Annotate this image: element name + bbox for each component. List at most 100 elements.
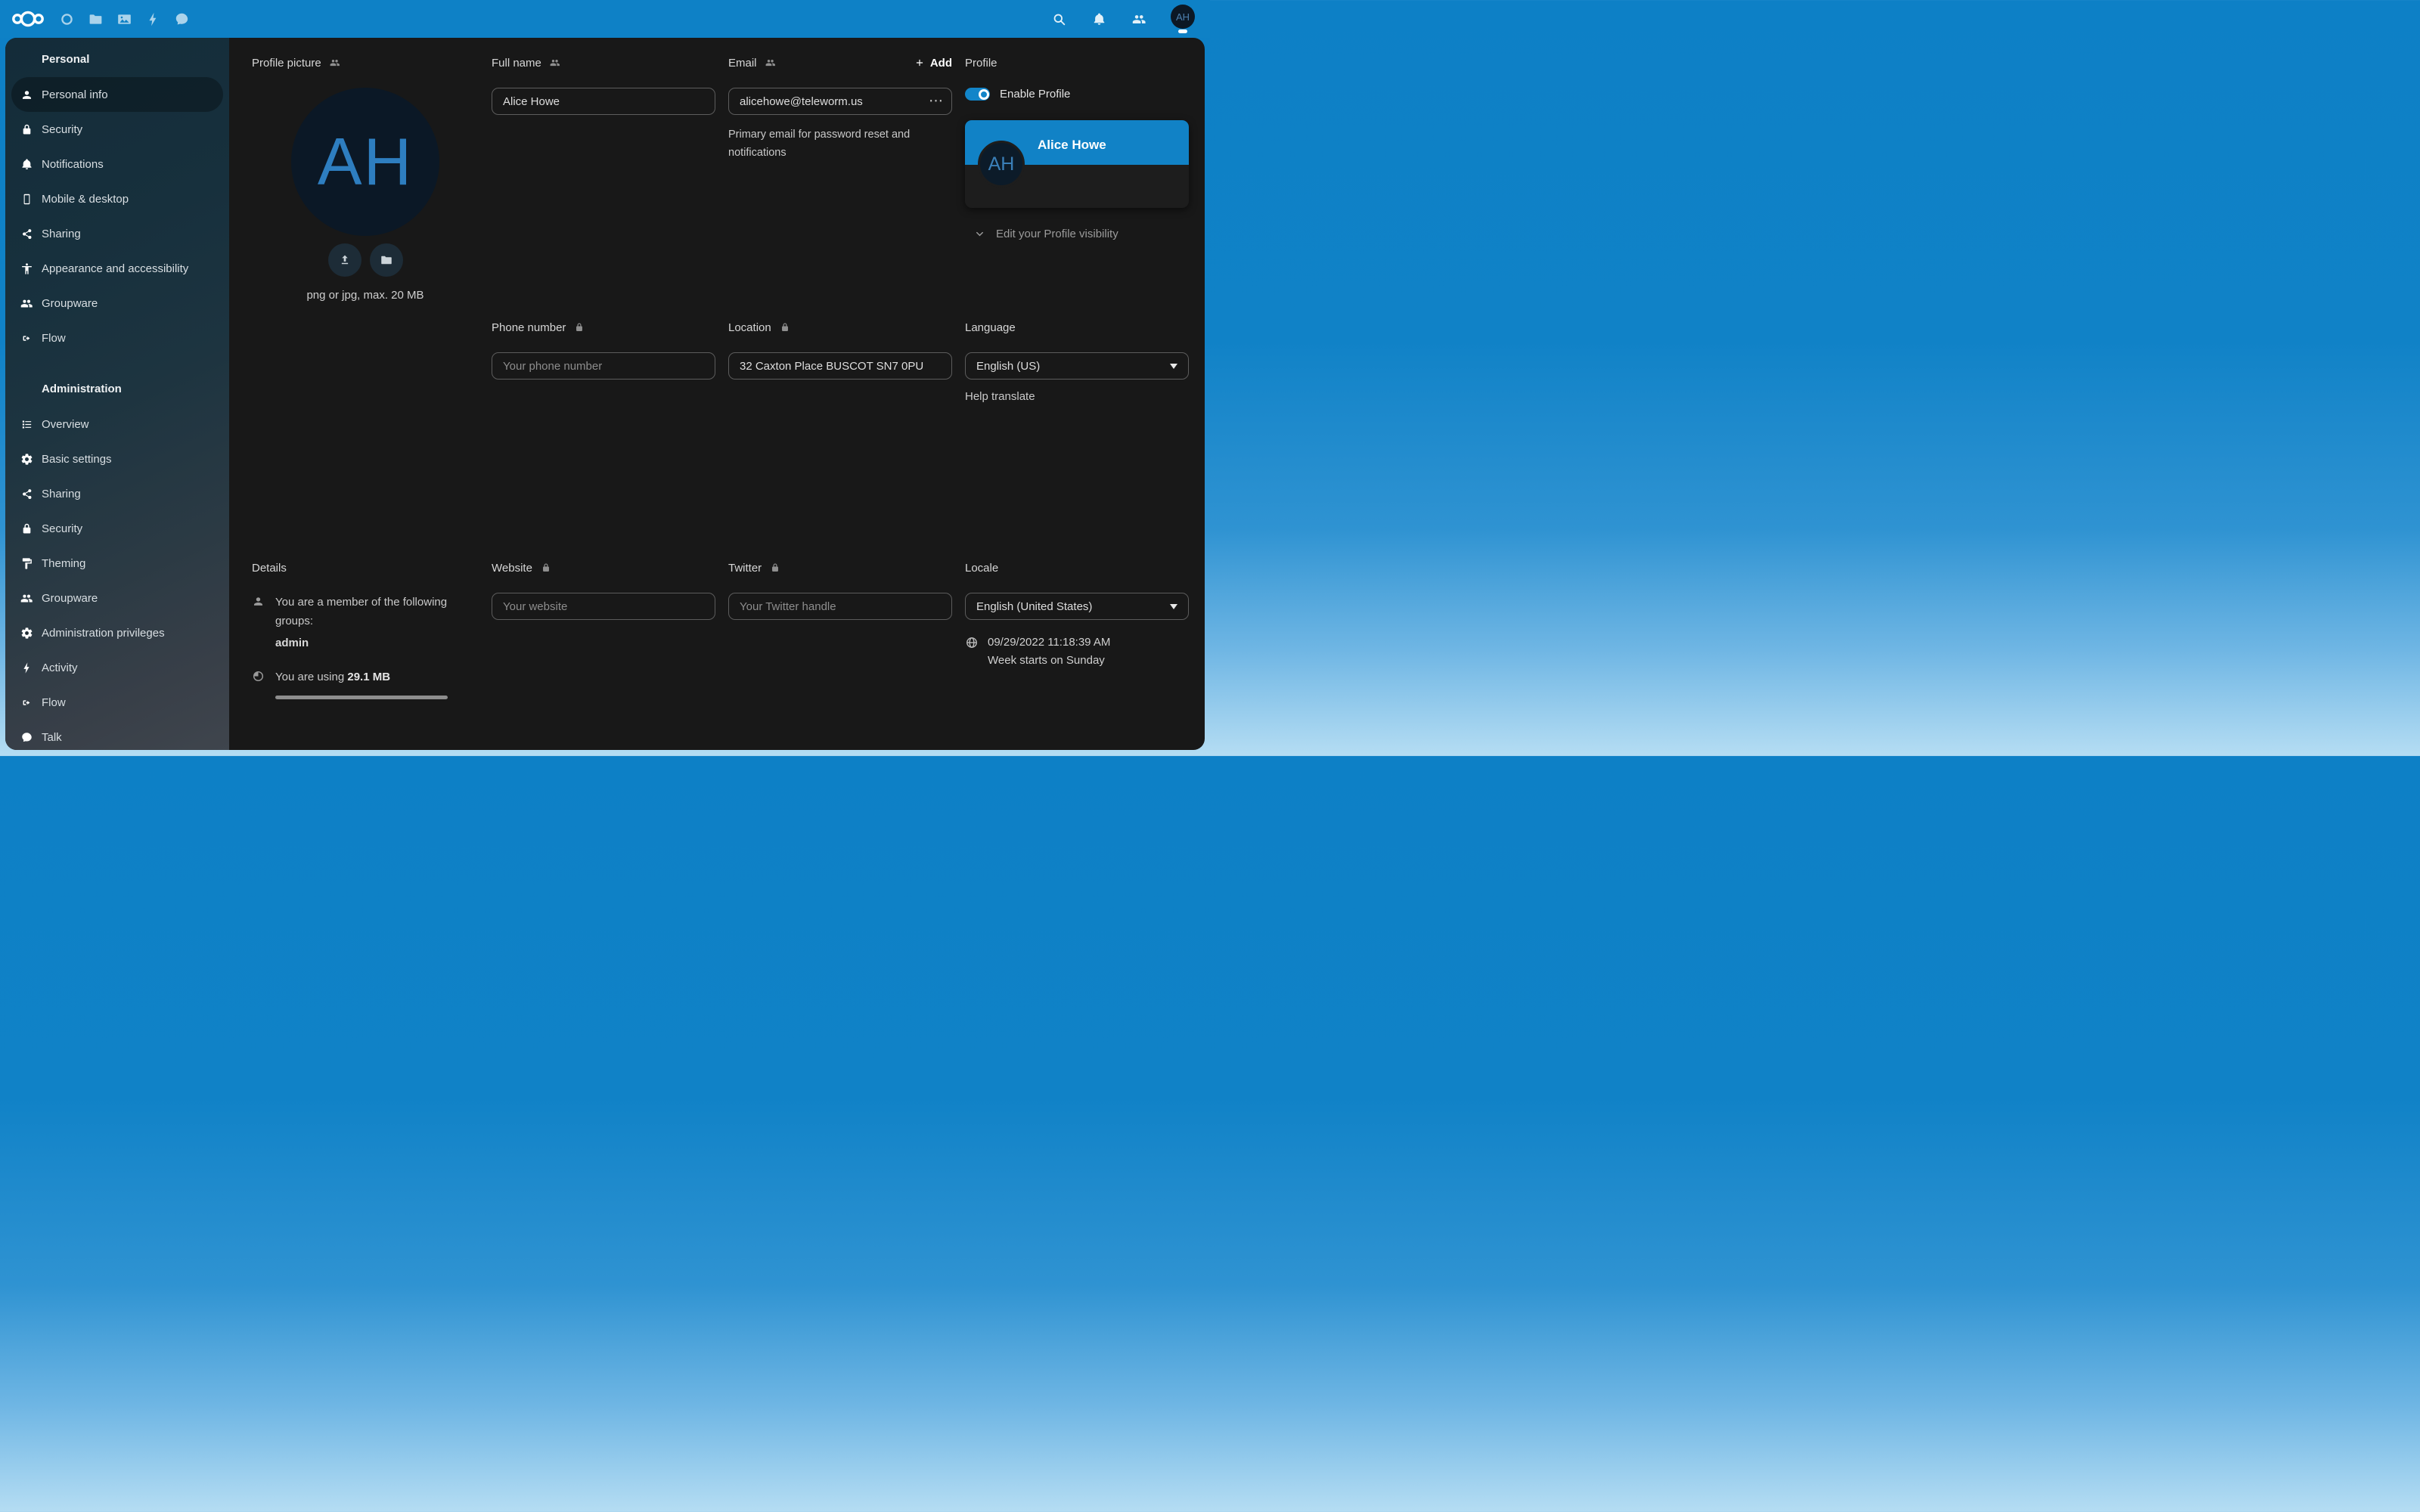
scope-lock-icon[interactable] <box>770 562 780 573</box>
sidebar-item-label: Personal info <box>42 88 108 101</box>
locale-heading: Locale <box>965 562 998 575</box>
sidebar-item-security[interactable]: Security <box>11 112 223 147</box>
full-name-label: Full name <box>492 57 541 70</box>
notifications-bell-icon[interactable] <box>1091 11 1107 27</box>
topbar: AH <box>0 0 1210 38</box>
sidebar-item-label: Activity <box>42 662 78 674</box>
mobile-icon <box>20 193 33 206</box>
sidebar-item-label: Notifications <box>42 158 104 171</box>
personal-info-content: Profile picture AH png or jpg, max. 20 M… <box>229 38 1205 750</box>
profile-preview-card[interactable]: AH Alice Howe <box>965 120 1189 208</box>
quota-progress-bar <box>275 696 448 699</box>
scope-contacts-icon[interactable] <box>765 57 776 68</box>
talk-app-icon[interactable] <box>172 9 191 29</box>
globe-icon <box>965 636 979 649</box>
language-select[interactable]: English (US) <box>965 352 1189 380</box>
sidebar-item-activity[interactable]: Activity <box>11 650 223 685</box>
locale-select[interactable]: English (United States) <box>965 593 1189 620</box>
details-heading: Details <box>252 562 287 575</box>
scope-lock-icon[interactable] <box>574 322 585 333</box>
sidebar-item-basic-settings[interactable]: Basic settings <box>11 442 223 476</box>
sidebar-item-label: Basic settings <box>42 453 112 466</box>
active-app-indicator <box>1178 29 1187 33</box>
sidebar-item-label: Talk <box>42 731 62 744</box>
scope-contacts-icon[interactable] <box>330 57 340 68</box>
profile-heading: Profile <box>965 57 997 70</box>
scope-lock-icon[interactable] <box>541 562 551 573</box>
sidebar-item-label: Groupware <box>42 297 98 310</box>
website-section: Website <box>492 558 715 750</box>
lock-icon <box>20 522 33 535</box>
choose-from-files-button[interactable] <box>370 243 403 277</box>
search-icon[interactable] <box>1050 11 1067 27</box>
activity-app-icon[interactable] <box>143 9 163 29</box>
sidebar-item-label: Appearance and accessibility <box>42 262 188 275</box>
twitter-input[interactable] <box>728 593 952 620</box>
files-app-icon[interactable] <box>85 9 105 29</box>
sidebar-item-theming[interactable]: Theming <box>11 546 223 581</box>
plus-icon <box>914 57 925 68</box>
sidebar-item-label: Mobile & desktop <box>42 193 129 206</box>
sidebar-item-groupware[interactable]: Groupware <box>11 581 223 615</box>
sidebar-item-flow[interactable]: Flow <box>11 321 223 355</box>
sidebar-item-label: Sharing <box>42 228 81 240</box>
twitter-label: Twitter <box>728 562 762 575</box>
nav-list: Personal info Security Notifications Mobile… <box>5 77 229 355</box>
sidebar-item-notifications[interactable]: Notifications <box>11 147 223 181</box>
lock-icon <box>20 123 33 136</box>
topbar-app-icons <box>57 9 191 29</box>
sidebar-item-sharing[interactable]: Sharing <box>11 216 223 251</box>
photos-app-icon[interactable] <box>114 9 134 29</box>
website-input[interactable] <box>492 593 715 620</box>
groups-membership-text: You are a member of the following groups… <box>275 593 457 631</box>
flow-icon <box>20 696 33 709</box>
website-label: Website <box>492 562 532 575</box>
sidebar-item-label: Security <box>42 522 82 535</box>
sidebar-item-security[interactable]: Security <box>11 511 223 546</box>
overview-icon <box>20 418 33 431</box>
sidebar-item-overview[interactable]: Overview <box>11 407 223 442</box>
add-email-button[interactable]: Add <box>914 57 952 70</box>
locale-section: Locale English (United States) 09/29/202… <box>965 558 1189 750</box>
edit-profile-visibility[interactable]: Edit your Profile visibility <box>965 228 1189 240</box>
phone-input[interactable] <box>492 352 715 380</box>
enable-profile-label: Enable Profile <box>1000 88 1070 101</box>
email-actions-menu[interactable]: ⋯ <box>929 94 943 109</box>
sidebar-item-personal-info[interactable]: Personal info <box>11 77 223 112</box>
contacts-icon[interactable] <box>1131 11 1147 27</box>
email-section: Email Add ⋯ Primary email for password r… <box>728 53 952 318</box>
help-translate-link[interactable]: Help translate <box>965 390 1035 403</box>
settings-sidebar: PersonalPersonal infoSecurityNotificatio… <box>5 38 229 750</box>
theming-icon <box>20 557 33 570</box>
avatar[interactable]: AH <box>1171 5 1195 29</box>
nextcloud-logo-icon[interactable] <box>10 7 46 31</box>
phone-label: Phone number <box>492 321 566 334</box>
dashboard-app-icon[interactable] <box>57 9 76 29</box>
bell-icon <box>20 158 33 171</box>
profile-card-name: Alice Howe <box>1038 138 1106 153</box>
sidebar-item-label: Administration privileges <box>42 627 165 640</box>
app-container: PersonalPersonal infoSecurityNotificatio… <box>5 38 1205 750</box>
sidebar-item-label: Sharing <box>42 488 81 500</box>
location-input[interactable] <box>728 352 952 380</box>
sidebar-item-administration-privileges[interactable]: Administration privileges <box>11 615 223 650</box>
sidebar-item-flow[interactable]: Flow <box>11 685 223 720</box>
enable-profile-toggle[interactable] <box>965 88 990 101</box>
avatar-requirements: png or jpg, max. 20 MB <box>252 289 479 302</box>
talk-icon <box>20 731 33 744</box>
phone-section: Phone number <box>492 318 715 558</box>
sidebar-item-talk[interactable]: Talk <box>11 720 223 750</box>
scope-contacts-icon[interactable] <box>550 57 560 68</box>
sidebar-item-sharing[interactable]: Sharing <box>11 476 223 511</box>
scope-lock-icon[interactable] <box>780 322 790 333</box>
language-section: Language English (US) Help translate <box>965 318 1189 558</box>
sidebar-item-mobile-desktop[interactable]: Mobile & desktop <box>11 181 223 216</box>
full-name-input[interactable] <box>492 88 715 115</box>
email-input[interactable] <box>728 88 952 115</box>
location-label: Location <box>728 321 771 334</box>
email-helper-text: Primary email for password reset and not… <box>728 125 952 162</box>
sidebar-item-appearance-and-accessibility[interactable]: Appearance and accessibility <box>11 251 223 286</box>
member-person-icon <box>252 595 265 608</box>
sidebar-item-groupware[interactable]: Groupware <box>11 286 223 321</box>
upload-avatar-button[interactable] <box>328 243 361 277</box>
